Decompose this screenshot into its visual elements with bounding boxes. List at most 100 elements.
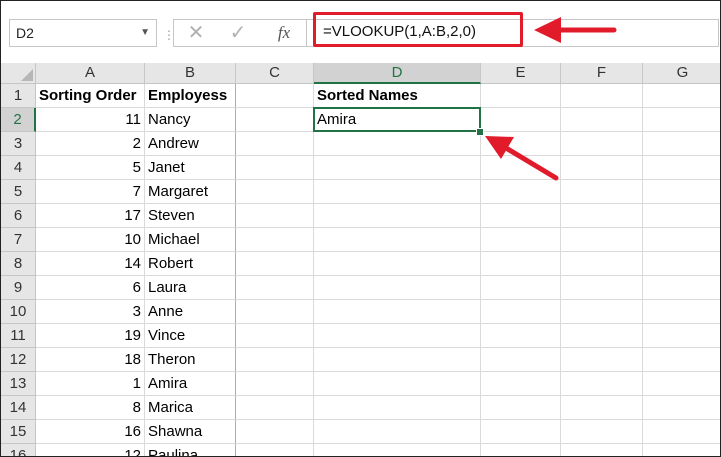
cell-c13[interactable] <box>236 372 314 396</box>
cell-a14[interactable]: 8 <box>36 396 145 420</box>
cell-g15[interactable] <box>643 420 720 444</box>
cell-f13[interactable] <box>561 372 643 396</box>
enter-icon[interactable]: ✓ <box>219 19 257 47</box>
cell-e4[interactable] <box>481 156 561 180</box>
cell-g10[interactable] <box>643 300 720 324</box>
cell-g1[interactable] <box>643 84 720 108</box>
cell-e16[interactable] <box>481 444 561 456</box>
cell-a1[interactable]: Sorting Order <box>36 84 145 108</box>
cell-c9[interactable] <box>236 276 314 300</box>
cell-g5[interactable] <box>643 180 720 204</box>
cell-e3[interactable] <box>481 132 561 156</box>
cell-f11[interactable] <box>561 324 643 348</box>
cancel-icon[interactable]: ✕ <box>177 19 215 47</box>
cell-b2[interactable]: Nancy <box>145 108 236 132</box>
cell-d10[interactable] <box>314 300 481 324</box>
cell-e6[interactable] <box>481 204 561 228</box>
cell-a3[interactable]: 2 <box>36 132 145 156</box>
cell-f5[interactable] <box>561 180 643 204</box>
cell-g7[interactable] <box>643 228 720 252</box>
cell-e11[interactable] <box>481 324 561 348</box>
cell-d16[interactable] <box>314 444 481 456</box>
cell-c15[interactable] <box>236 420 314 444</box>
cell-c11[interactable] <box>236 324 314 348</box>
cell-e1[interactable] <box>481 84 561 108</box>
cell-f2[interactable] <box>561 108 643 132</box>
cell-e15[interactable] <box>481 420 561 444</box>
cell-f8[interactable] <box>561 252 643 276</box>
row-header-8[interactable]: 8 <box>1 252 36 276</box>
cell-b16[interactable]: Paulina <box>145 444 236 456</box>
cell-d5[interactable] <box>314 180 481 204</box>
cell-b8[interactable]: Robert <box>145 252 236 276</box>
name-box[interactable]: D2 ▼ <box>9 19 157 47</box>
cell-a2[interactable]: 11 <box>36 108 145 132</box>
row-header-2[interactable]: 2 <box>1 108 36 132</box>
cell-e7[interactable] <box>481 228 561 252</box>
cell-f9[interactable] <box>561 276 643 300</box>
row-header-12[interactable]: 12 <box>1 348 36 372</box>
cell-a4[interactable]: 5 <box>36 156 145 180</box>
cell-e5[interactable] <box>481 180 561 204</box>
row-header-3[interactable]: 3 <box>1 132 36 156</box>
cell-g8[interactable] <box>643 252 720 276</box>
cell-d4[interactable] <box>314 156 481 180</box>
column-header-a[interactable]: A <box>36 63 145 84</box>
cell-b5[interactable]: Margaret <box>145 180 236 204</box>
cell-d1[interactable]: Sorted Names <box>314 84 481 108</box>
cell-g3[interactable] <box>643 132 720 156</box>
cell-d11[interactable] <box>314 324 481 348</box>
column-header-d[interactable]: D <box>314 63 481 84</box>
cell-c1[interactable] <box>236 84 314 108</box>
cell-g4[interactable] <box>643 156 720 180</box>
row-header-1[interactable]: 1 <box>1 84 36 108</box>
cell-f15[interactable] <box>561 420 643 444</box>
column-header-c[interactable]: C <box>236 63 314 84</box>
cell-c10[interactable] <box>236 300 314 324</box>
cell-f16[interactable] <box>561 444 643 456</box>
cell-d8[interactable] <box>314 252 481 276</box>
cell-c4[interactable] <box>236 156 314 180</box>
select-all-corner[interactable] <box>1 63 36 84</box>
cell-c3[interactable] <box>236 132 314 156</box>
cell-b3[interactable]: Andrew <box>145 132 236 156</box>
cell-d3[interactable] <box>314 132 481 156</box>
select-all-icon[interactable] <box>21 69 33 81</box>
cell-b12[interactable]: Theron <box>145 348 236 372</box>
cell-c16[interactable] <box>236 444 314 456</box>
cell-b13[interactable]: Amira <box>145 372 236 396</box>
row-header-4[interactable]: 4 <box>1 156 36 180</box>
cell-c7[interactable] <box>236 228 314 252</box>
cell-b10[interactable]: Anne <box>145 300 236 324</box>
cell-g2[interactable] <box>643 108 720 132</box>
cell-d12[interactable] <box>314 348 481 372</box>
cell-c5[interactable] <box>236 180 314 204</box>
cell-b1[interactable]: Employess <box>145 84 236 108</box>
row-header-11[interactable]: 11 <box>1 324 36 348</box>
cell-b4[interactable]: Janet <box>145 156 236 180</box>
cell-f12[interactable] <box>561 348 643 372</box>
cell-e8[interactable] <box>481 252 561 276</box>
row-header-6[interactable]: 6 <box>1 204 36 228</box>
column-header-f[interactable]: F <box>561 63 643 84</box>
cell-a5[interactable]: 7 <box>36 180 145 204</box>
row-header-16[interactable]: 16 <box>1 444 36 456</box>
row-header-7[interactable]: 7 <box>1 228 36 252</box>
cell-a12[interactable]: 18 <box>36 348 145 372</box>
cell-d9[interactable] <box>314 276 481 300</box>
cell-a15[interactable]: 16 <box>36 420 145 444</box>
cell-g13[interactable] <box>643 372 720 396</box>
column-header-b[interactable]: B <box>145 63 236 84</box>
cell-e2[interactable] <box>481 108 561 132</box>
fill-handle[interactable] <box>476 128 484 136</box>
cell-b14[interactable]: Marica <box>145 396 236 420</box>
cell-b15[interactable]: Shawna <box>145 420 236 444</box>
column-header-e[interactable]: E <box>481 63 561 84</box>
cell-a10[interactable]: 3 <box>36 300 145 324</box>
cell-a16[interactable]: 12 <box>36 444 145 456</box>
cell-g16[interactable] <box>643 444 720 456</box>
cell-d7[interactable] <box>314 228 481 252</box>
row-header-15[interactable]: 15 <box>1 420 36 444</box>
cell-e10[interactable] <box>481 300 561 324</box>
cell-a6[interactable]: 17 <box>36 204 145 228</box>
